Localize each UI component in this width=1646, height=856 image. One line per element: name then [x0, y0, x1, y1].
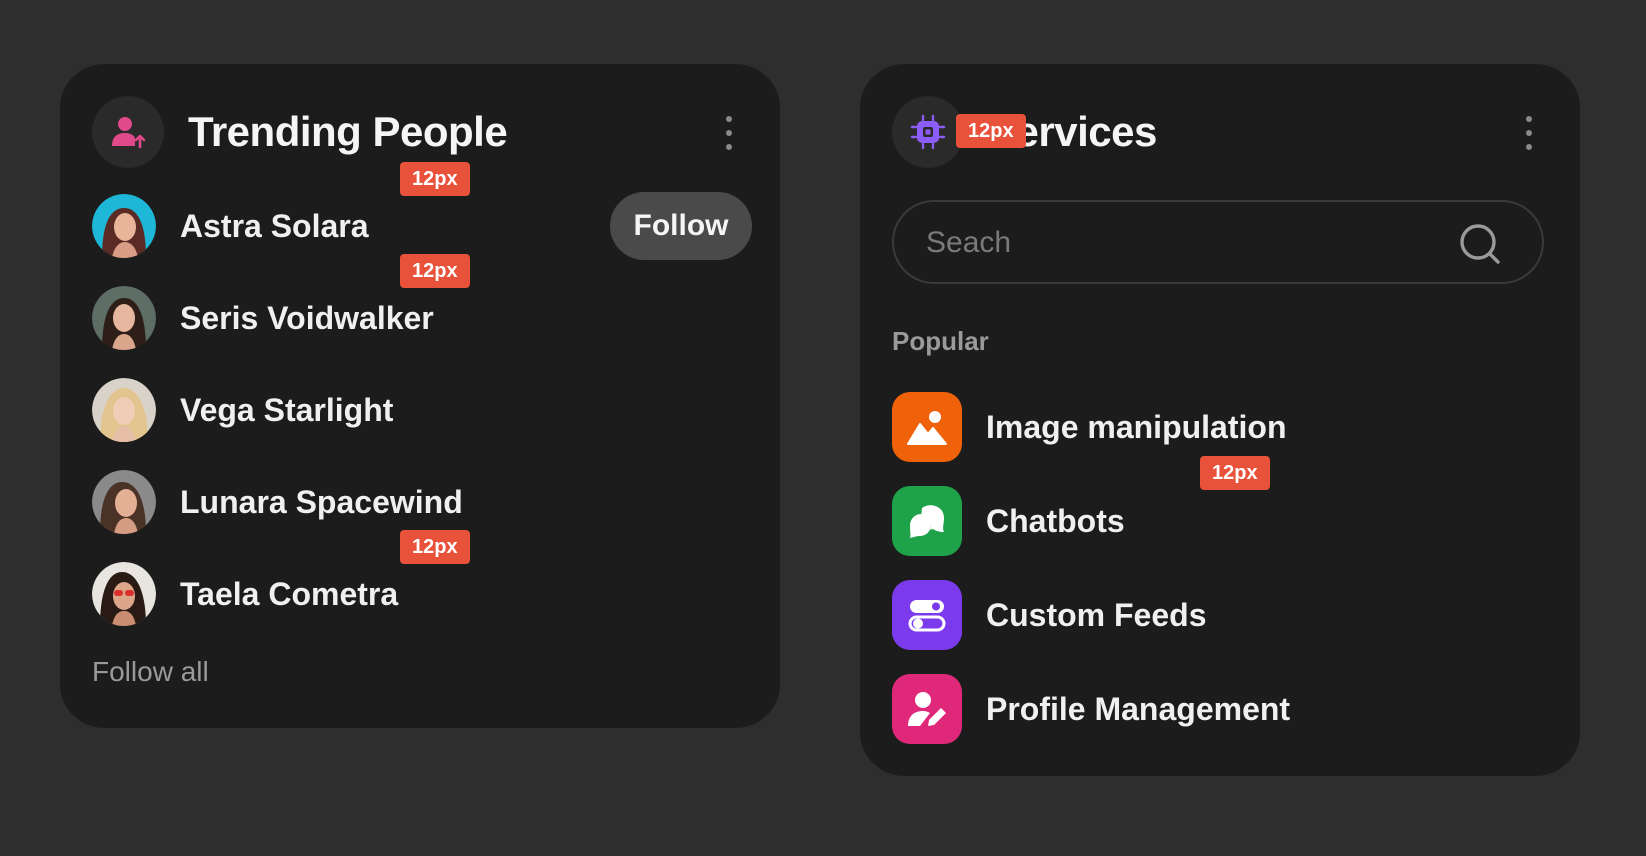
- person-row[interactable]: Seris Voidwalker: [92, 286, 752, 350]
- follow-all-link[interactable]: Follow all: [92, 656, 209, 688]
- toggles-icon: [892, 580, 962, 650]
- chip-icon: [892, 96, 964, 168]
- person-name: Taela Cometra: [180, 576, 399, 612]
- service-label: Image manipulation: [986, 409, 1287, 445]
- spacing-badge: 12px: [400, 530, 470, 564]
- service-item-chatbots[interactable]: Chatbots: [892, 486, 1492, 556]
- person-name: Seris Voidwalker: [180, 300, 434, 336]
- service-label: Custom Feeds: [986, 597, 1207, 633]
- search-field[interactable]: [892, 200, 1544, 284]
- spacing-badge: 12px: [1200, 456, 1270, 490]
- avatar[interactable]: [92, 194, 156, 258]
- search-input[interactable]: [924, 222, 1448, 264]
- person-name: Lunara Spacewind: [180, 484, 463, 520]
- follow-button[interactable]: Follow: [610, 192, 752, 260]
- avatar[interactable]: [92, 562, 156, 626]
- card-title: Trending People: [188, 108, 508, 155]
- services-card: Services 12px Popular Image manipulation…: [860, 64, 1580, 776]
- service-item-profile-management[interactable]: Profile Management: [892, 674, 1492, 744]
- more-options-icon[interactable]: [1522, 116, 1536, 150]
- profile-edit-icon: [892, 674, 962, 744]
- person-name: Vega Starlight: [180, 392, 394, 428]
- spacing-badge: 12px: [400, 162, 470, 196]
- service-label: Chatbots: [986, 503, 1125, 539]
- person-row[interactable]: Astra Solara Follow: [92, 192, 752, 260]
- chat-icon: [892, 486, 962, 556]
- person-row[interactable]: Vega Starlight: [92, 378, 752, 442]
- person-name: Astra Solara: [180, 208, 369, 244]
- image-icon: [892, 392, 962, 462]
- avatar[interactable]: [92, 378, 156, 442]
- spacing-badge: 12px: [956, 114, 1026, 148]
- avatar[interactable]: [92, 470, 156, 534]
- avatar[interactable]: [92, 286, 156, 350]
- section-label: Popular: [892, 326, 989, 356]
- service-label: Profile Management: [986, 691, 1291, 727]
- more-options-icon[interactable]: [722, 116, 736, 150]
- search-icon[interactable]: [1458, 222, 1502, 266]
- person-row[interactable]: Lunara Spacewind: [92, 470, 752, 534]
- service-item-custom-feeds[interactable]: Custom Feeds: [892, 580, 1492, 650]
- trending-people-card: Trending People Astra Solara Follow Seri…: [60, 64, 780, 728]
- person-row[interactable]: Taela Cometra: [92, 562, 752, 626]
- spacing-badge: 12px: [400, 254, 470, 288]
- service-item-image-manipulation[interactable]: Image manipulation: [892, 392, 1492, 462]
- trending-user-icon: [92, 96, 164, 168]
